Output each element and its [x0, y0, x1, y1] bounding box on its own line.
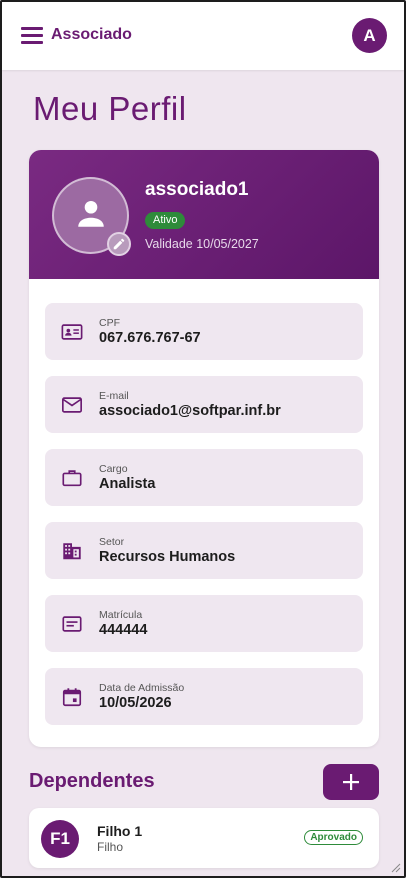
page-title: Meu Perfil	[33, 90, 187, 127]
briefcase-icon	[62, 470, 82, 487]
cargo-label: Cargo	[99, 463, 128, 475]
info-row-setor: Setor Recursos Humanos	[45, 522, 363, 579]
info-row-matricula: Matrícula 444444	[45, 595, 363, 652]
setor-label: Setor	[99, 536, 125, 548]
email-icon	[62, 397, 82, 413]
user-avatar-button[interactable]: A	[352, 18, 387, 53]
info-row-cpf: CPF 067.676.767-67	[45, 303, 363, 360]
dependent-name: Filho 1	[97, 823, 143, 839]
building-icon	[63, 543, 81, 560]
app-title: Associado	[51, 26, 132, 43]
email-value: associado1@softpar.inf.br	[99, 403, 281, 419]
plus-icon	[343, 774, 359, 790]
validity-date: Validade 10/05/2027	[145, 237, 259, 251]
calendar-icon	[62, 688, 82, 707]
app-bar: Associado A	[2, 2, 404, 70]
email-label: E-mail	[99, 390, 129, 402]
cpf-value: 067.676.767-67	[99, 330, 201, 346]
admissao-value: 10/05/2026	[99, 695, 172, 711]
edit-photo-button[interactable]	[107, 232, 131, 256]
add-dependent-button[interactable]	[323, 764, 379, 800]
setor-value: Recursos Humanos	[99, 549, 236, 565]
badge-icon	[62, 616, 82, 632]
info-row-email: E-mail associado1@softpar.inf.br	[45, 376, 363, 433]
matricula-label: Matrícula	[99, 609, 143, 621]
dependent-card[interactable]: F1 Filho 1 Filho Aprovado	[29, 808, 379, 868]
resize-grip-icon[interactable]	[389, 861, 401, 873]
admissao-label: Data de Admissão	[99, 682, 185, 694]
cargo-value: Analista	[99, 476, 156, 492]
info-row-cargo: Cargo Analista	[45, 449, 363, 506]
menu-icon[interactable]	[21, 27, 43, 45]
info-row-admissao: Data de Admissão 10/05/2026	[45, 668, 363, 725]
profile-name: associado1	[145, 179, 249, 200]
pencil-icon	[113, 238, 125, 250]
dependents-title: Dependentes	[29, 770, 155, 792]
app-frame: Associado A Meu Perfil associado1 Ativo …	[0, 0, 406, 878]
profile-header: associado1 Ativo Validade 10/05/2027	[29, 150, 379, 279]
id-card-icon	[61, 324, 83, 340]
status-badge: Ativo	[145, 212, 186, 229]
dependent-relation: Filho	[97, 840, 124, 854]
matricula-value: 444444	[99, 622, 148, 638]
cpf-label: CPF	[99, 317, 120, 329]
dependent-avatar: F1	[41, 820, 79, 858]
person-icon	[78, 200, 104, 227]
dependent-status-badge: Aprovado	[304, 830, 363, 845]
profile-card: associado1 Ativo Validade 10/05/2027 CPF…	[29, 150, 379, 747]
